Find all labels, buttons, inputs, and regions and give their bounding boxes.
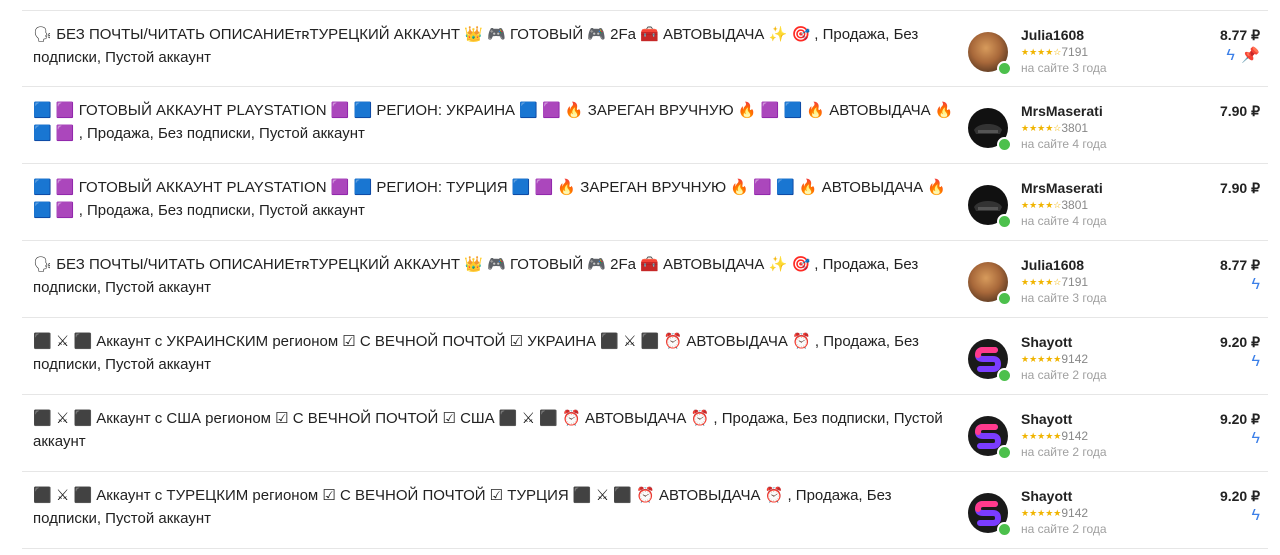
bolt-icon: ϟ [1251,276,1260,293]
seller-since: на сайте 4 года [1021,137,1107,151]
offer-price: 8.77 ₽ [1219,257,1260,273]
seller-name[interactable]: Julia1608 [1021,257,1084,273]
offer-price: 7.90 ₽ [1219,180,1260,196]
offer-badges: ϟ [1250,507,1260,525]
seller-block[interactable]: MrsMaserati ★★★★☆3801 на сайте 4 года [968,180,1158,229]
online-indicator [997,291,1012,306]
seller-block[interactable]: Shayott ★★★★★9142 на сайте 2 года [968,334,1158,383]
offer-price: 7.90 ₽ [1219,103,1260,119]
seller-block[interactable]: Shayott ★★★★★9142 на сайте 2 года [968,411,1158,460]
offer-row[interactable]: ⬛ ⚔ ⬛ Аккаунт с УКРАИНСКИМ регионом ☑ С … [22,318,1268,395]
bolt-icon: ϟ [1251,507,1260,524]
pin-icon: 📌 [1241,47,1260,64]
rating-stars: ★★★★☆ [1021,200,1062,210]
offer-badges: ϟ [1250,353,1260,371]
seller-name[interactable]: Shayott [1021,411,1072,427]
review-count: 9142 [1061,429,1089,443]
seller-since: на сайте 3 года [1021,291,1107,305]
offer-description[interactable]: 🟦 🟪 ГОТОВЫЙ АККАУНТ PLAYSTATION 🟪 🟦 РЕГИ… [33,176,958,222]
rating-stars: ★★★★☆ [1021,123,1062,133]
offer-description[interactable]: 🟦 🟪 ГОТОВЫЙ АККАУНТ PLAYSTATION 🟪 🟦 РЕГИ… [33,99,958,145]
online-indicator [997,137,1012,152]
offer-description[interactable]: 🗣 БЕЗ ПОЧТЫ/ЧИТАТЬ ОПИСАНИЕᴛʀТУРЕЦКИЙ АК… [33,253,958,299]
review-count: 3801 [1061,121,1089,135]
offer-price: 9.20 ₽ [1219,488,1260,504]
seller-since: на сайте 2 года [1021,445,1107,459]
offer-description[interactable]: ⬛ ⚔ ⬛ Аккаунт с ТУРЕЦКИМ регионом ☑ С ВЕ… [33,484,958,530]
seller-since: на сайте 4 года [1021,214,1107,228]
review-count: 7191 [1061,45,1089,59]
bolt-icon: ϟ [1226,47,1235,64]
offer-badges: ϟ 📌 [1224,46,1260,64]
offer-description[interactable]: 🗣 БЕЗ ПОЧТЫ/ЧИТАТЬ ОПИСАНИЕᴛʀТУРЕЦКИЙ АК… [33,23,958,69]
offer-row[interactable]: 🗣 БЕЗ ПОЧТЫ/ЧИТАТЬ ОПИСАНИЕᴛʀТУРЕЦКИЙ АК… [22,10,1268,87]
seller-block[interactable]: Julia1608 ★★★★☆7191 на сайте 3 года [968,257,1158,306]
review-count: 9142 [1061,352,1089,366]
rating-stars: ★★★★☆ [1021,277,1062,287]
bolt-icon: ϟ [1251,430,1260,447]
seller-rating: ★★★★☆7191 [1021,275,1088,289]
rating-stars: ★★★★★ [1021,508,1062,518]
seller-since: на сайте 3 года [1021,61,1107,75]
seller-block[interactable]: Shayott ★★★★★9142 на сайте 2 года [968,488,1158,537]
review-count: 9142 [1061,506,1089,520]
offer-row[interactable]: ⬛ ⚔ ⬛ Аккаунт с США регионом ☑ С ВЕЧНОЙ … [22,395,1268,472]
offer-row[interactable]: 🟦 🟪 ГОТОВЫЙ АККАУНТ PLAYSTATION 🟪 🟦 РЕГИ… [22,87,1268,164]
seller-name[interactable]: MrsMaserati [1021,103,1103,119]
seller-name[interactable]: MrsMaserati [1021,180,1103,196]
offer-row[interactable]: 🗣 БЕЗ ПОЧТЫ/ЧИТАТЬ ОПИСАНИЕᴛʀТУРЕЦКИЙ АК… [22,241,1268,318]
offer-badges: ϟ [1250,276,1260,294]
offer-badges: ϟ [1250,430,1260,448]
rating-stars: ★★★★★ [1021,431,1062,441]
seller-rating: ★★★★☆3801 [1021,121,1088,135]
review-count: 7191 [1061,275,1089,289]
seller-rating: ★★★★☆7191 [1021,45,1088,59]
offer-description[interactable]: ⬛ ⚔ ⬛ Аккаунт с УКРАИНСКИМ регионом ☑ С … [33,330,958,376]
online-indicator [997,214,1012,229]
offer-price: 9.20 ₽ [1219,334,1260,350]
rating-stars: ★★★★☆ [1021,47,1062,57]
online-indicator [997,61,1012,76]
seller-name[interactable]: Shayott [1021,488,1072,504]
online-indicator [997,368,1012,383]
seller-name[interactable]: Shayott [1021,334,1072,350]
offer-description[interactable]: ⬛ ⚔ ⬛ Аккаунт с США регионом ☑ С ВЕЧНОЙ … [33,407,958,453]
review-count: 3801 [1061,198,1089,212]
bolt-icon: ϟ [1251,353,1260,370]
online-indicator [997,522,1012,537]
seller-block[interactable]: Julia1608 ★★★★☆7191 на сайте 3 года [968,27,1158,76]
seller-rating: ★★★★★9142 [1021,506,1088,520]
seller-since: на сайте 2 года [1021,522,1107,536]
offer-price: 9.20 ₽ [1219,411,1260,427]
rating-stars: ★★★★★ [1021,354,1062,364]
seller-block[interactable]: MrsMaserati ★★★★☆3801 на сайте 4 года [968,103,1158,152]
seller-name[interactable]: Julia1608 [1021,27,1084,43]
offer-price: 8.77 ₽ [1219,27,1260,43]
seller-since: на сайте 2 года [1021,368,1107,382]
offer-row[interactable]: ⬛ ⚔ ⬛ Аккаунт с ТУРЕЦКИМ регионом ☑ С ВЕ… [22,472,1268,549]
seller-rating: ★★★★★9142 [1021,429,1088,443]
online-indicator [997,445,1012,460]
seller-rating: ★★★★★9142 [1021,352,1088,366]
seller-rating: ★★★★☆3801 [1021,198,1088,212]
offer-row[interactable]: 🟦 🟪 ГОТОВЫЙ АККАУНТ PLAYSTATION 🟪 🟦 РЕГИ… [22,164,1268,241]
